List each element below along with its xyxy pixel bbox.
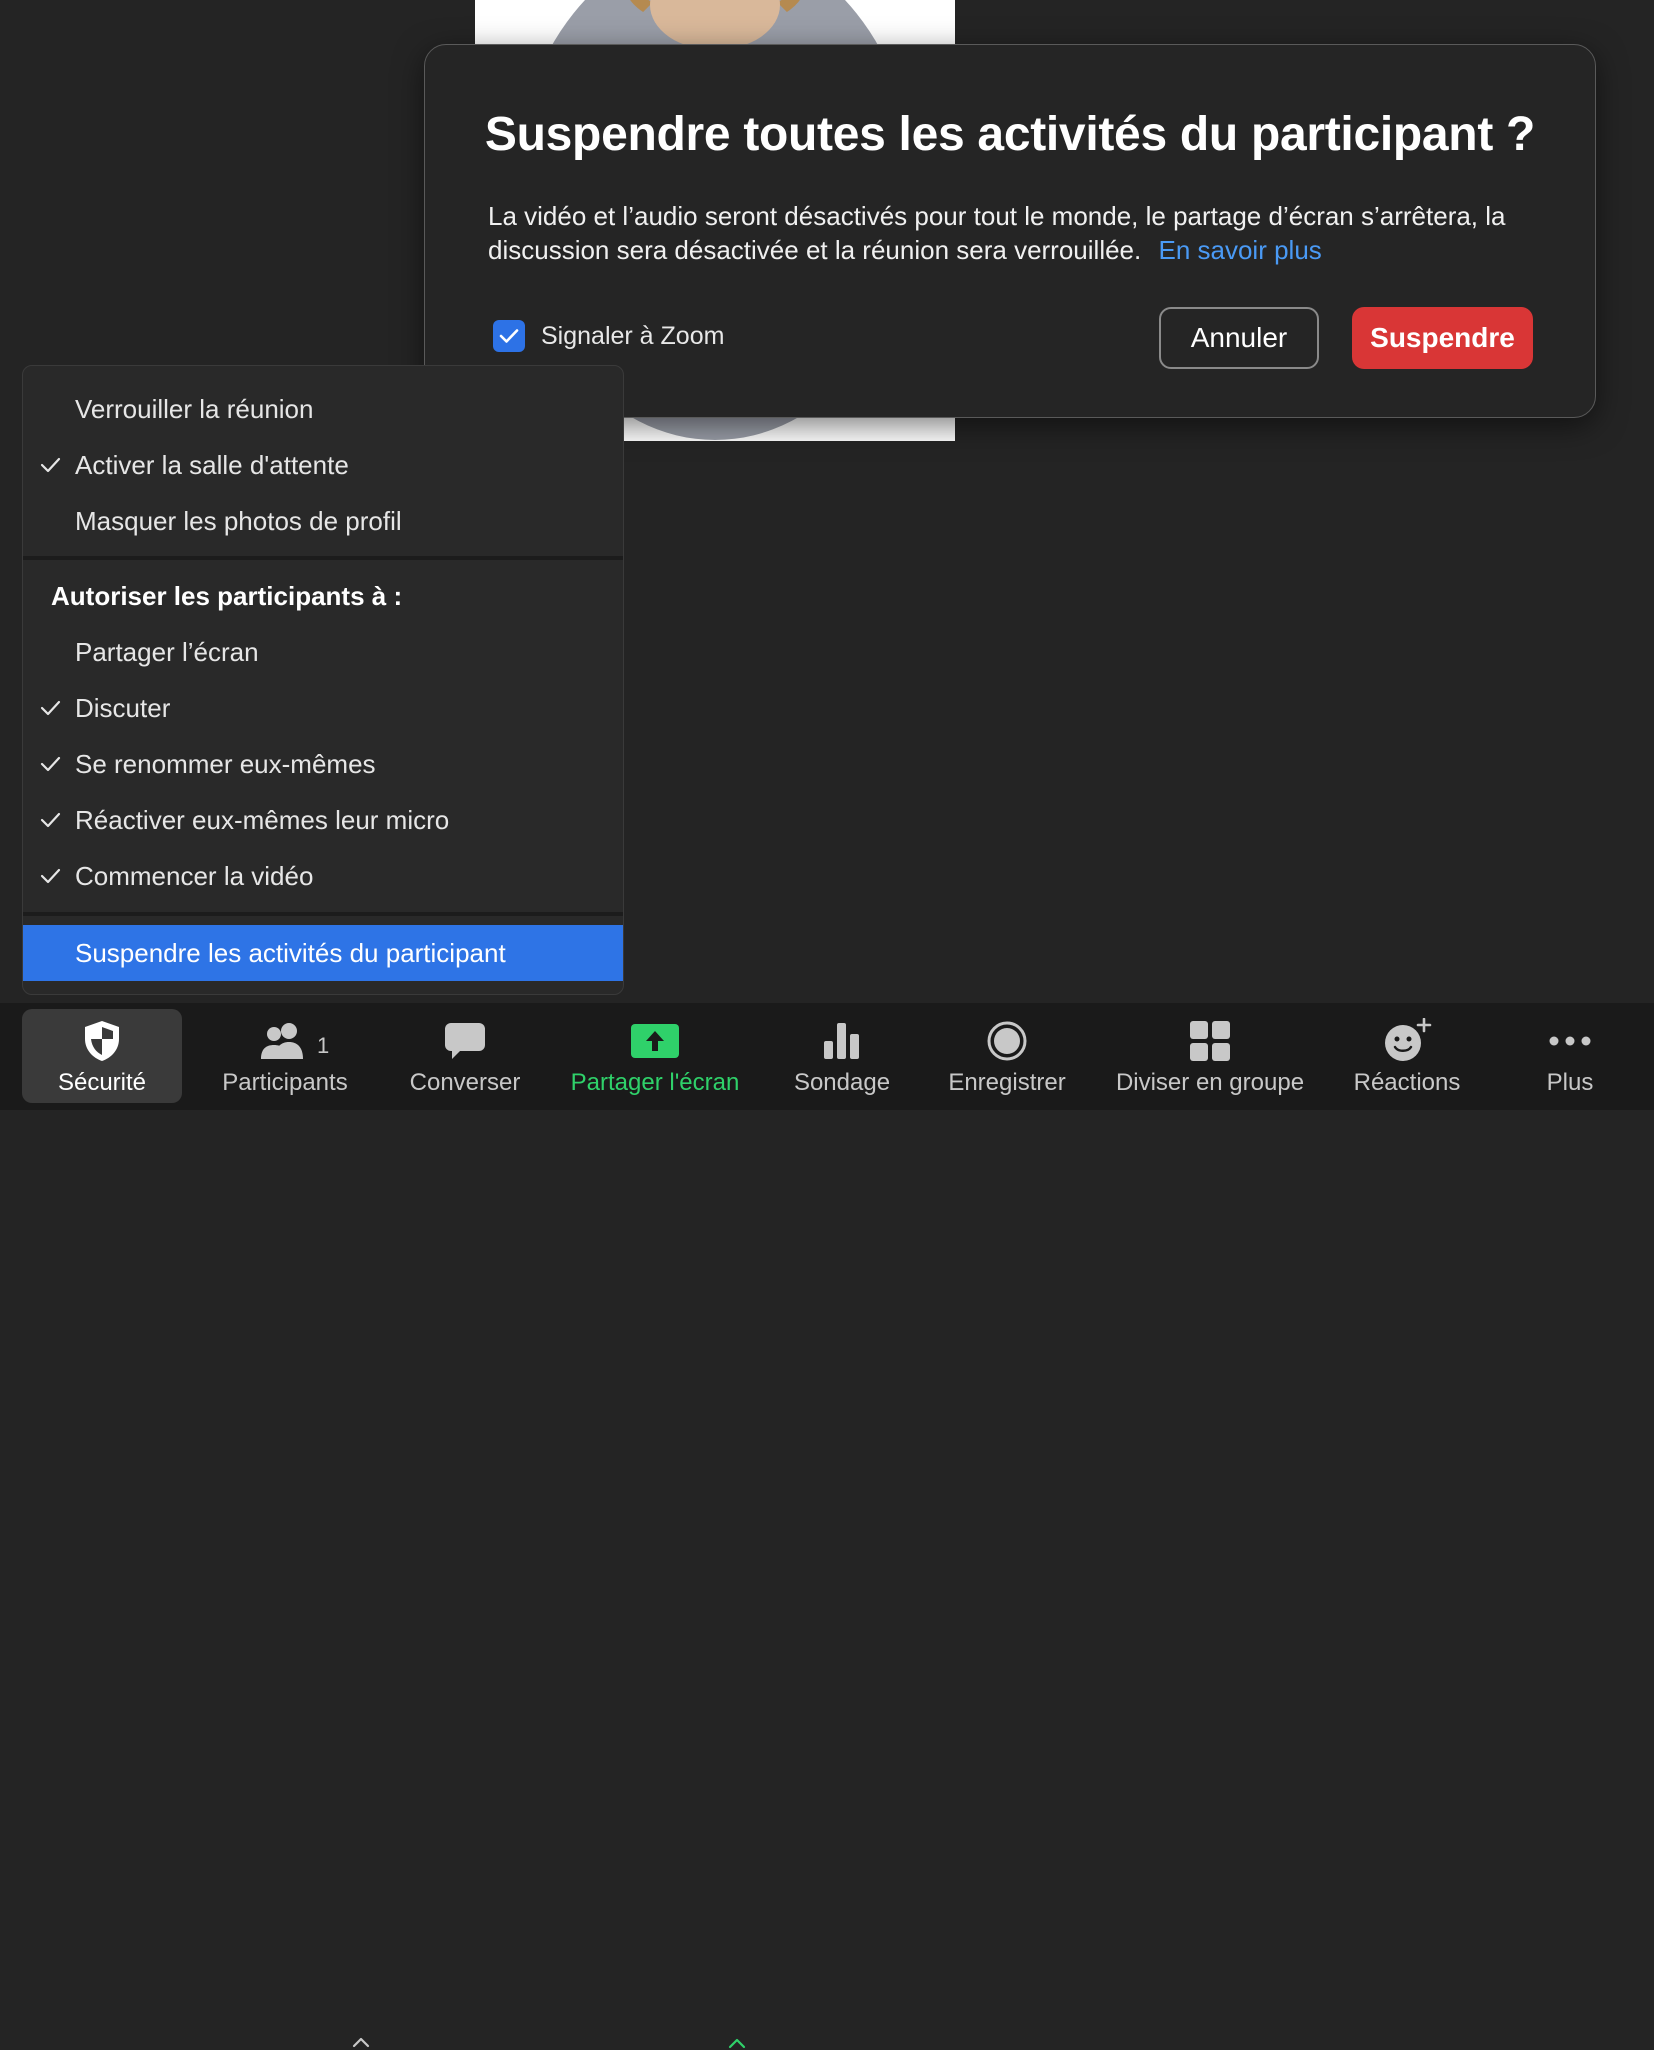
share-screen-icon [631,1024,679,1058]
reactions-emoji-icon [1385,1018,1432,1061]
suspend-button[interactable]: Suspendre [1352,307,1533,369]
check-icon [40,756,61,772]
menu-section-header: Autoriser les participants à : [51,581,403,611]
dialog-body-text: La vidéo et l’audio seront désactivés po… [488,201,1506,265]
participants-icon [261,1023,303,1059]
shield-icon [85,1021,119,1061]
checkmark-icon [499,329,519,343]
poll-label: Sondage [793,1069,891,1096]
breakout-rooms-button[interactable]: Diviser en groupe [1105,1009,1315,1103]
share-chevron-up-icon[interactable] [728,2036,746,2050]
check-icon [40,700,61,716]
participants-button[interactable]: 1 Participants [205,1009,365,1103]
menu-item-unmute[interactable]: Réactiver eux-mêmes leur micro [23,792,623,848]
chat-icon [445,1023,485,1059]
report-label: Signaler à Zoom [541,321,725,350]
menu-divider [23,912,623,916]
menu-item-lock-meeting[interactable]: Verrouiller la réunion [23,381,623,437]
breakout-rooms-label: Diviser en groupe [1115,1069,1305,1096]
meeting-toolbar: Sécurité 1 Participants Converser Partag… [0,1003,1654,2049]
record-label: Enregistrer [948,1069,1066,1096]
dialog-title: Suspendre toutes les activités du partic… [484,108,1536,161]
poll-icon [824,1023,859,1059]
share-screen-label: Partager l'écran [570,1069,740,1096]
menu-item-label: Partager l’écran [75,636,259,667]
security-menu: Verrouiller la réunion Activer la salle … [22,365,624,995]
security-button[interactable]: Sécurité [22,1009,182,1103]
menu-item-label: Verrouiller la réunion [75,393,314,424]
menu-item-waiting-room[interactable]: Activer la salle d'attente [23,437,623,493]
menu-item-label: Se renommer eux-mêmes [75,748,376,779]
menu-item-suspend-activities[interactable]: Suspendre les activités du participant [23,925,623,981]
security-label: Sécurité [57,1069,147,1096]
menu-item-share-screen[interactable]: Partager l’écran [23,624,623,680]
more-button[interactable]: Plus [1510,1009,1630,1103]
breakout-grid-icon [1190,1021,1230,1061]
menu-item-label: Suspendre les activités du participant [75,937,506,968]
menu-item-start-video[interactable]: Commencer la vidéo [23,848,623,904]
menu-item-rename[interactable]: Se renommer eux-mêmes [23,736,623,792]
report-checkbox[interactable] [493,320,525,352]
reactions-label: Réactions [1353,1069,1461,1096]
participants-label: Participants [222,1069,348,1096]
check-icon [40,868,61,884]
check-icon [40,457,61,473]
menu-divider [23,556,623,560]
share-screen-button[interactable]: Partager l'écran [555,1009,755,1103]
more-label: Plus [1546,1069,1594,1096]
suspend-dialog: Suspendre toutes les activités du partic… [424,44,1596,418]
poll-button[interactable]: Sondage [772,1009,912,1103]
chat-button[interactable]: Converser [395,1009,535,1103]
more-dots-icon [1549,1036,1591,1046]
menu-item-label: Discuter [75,692,171,723]
chat-label: Converser [409,1069,521,1096]
check-icon [40,812,61,828]
menu-item-label: Activer la salle d'attente [75,449,349,480]
dialog-description: La vidéo et l’audio seront désactivés po… [488,199,1548,267]
record-icon [987,1021,1027,1061]
participants-count: 1 [317,1033,330,1058]
learn-more-link[interactable]: En savoir plus [1158,235,1321,265]
record-button[interactable]: Enregistrer [937,1009,1077,1103]
menu-item-label: Masquer les photos de profil [75,505,402,536]
menu-item-label: Réactiver eux-mêmes leur micro [75,804,450,835]
cancel-button[interactable]: Annuler [1159,307,1319,369]
reactions-button[interactable]: Réactions [1337,1009,1477,1103]
participants-chevron-up-icon[interactable] [352,2035,370,2049]
menu-item-hide-profile-photos[interactable]: Masquer les photos de profil [23,493,623,549]
report-to-zoom-row[interactable]: Signaler à Zoom [493,320,724,352]
menu-item-label: Commencer la vidéo [75,860,314,891]
menu-item-chat[interactable]: Discuter [23,680,623,736]
